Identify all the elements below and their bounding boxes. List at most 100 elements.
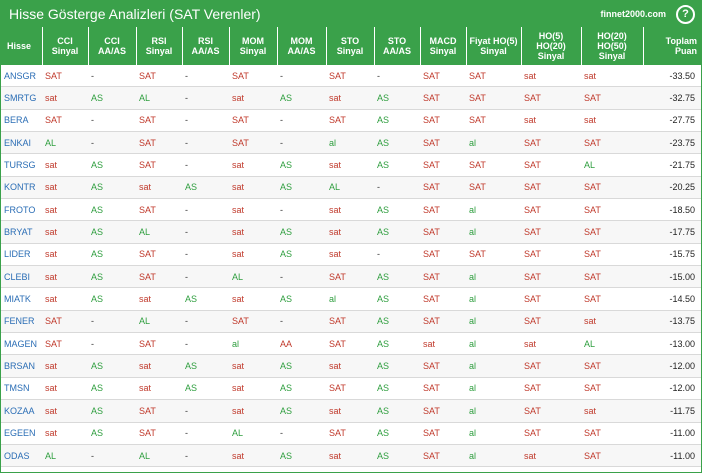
signal-cell: - [88,131,136,155]
signal-cell: AS [374,86,420,110]
stock-symbol-link[interactable]: KONTR [1,176,42,200]
table-row[interactable]: EGEEN sat AS SAT - AL - SAT AS SAT al SAT SAT -11.00 [1,422,701,445]
signal-cell: SAT [581,86,643,110]
stock-symbol-link[interactable]: ENKAI [1,131,42,155]
column-header[interactable]: MOM Sinyal [229,27,278,65]
table-row[interactable]: ENKAI AL - SAT - SAT - al AS SAT al SAT SAT -23.75 [1,131,701,155]
table-row[interactable]: BRSAN sat AS sat AS sat AS sat AS SAT al SAT SAT -12.… [1,354,701,378]
stock-symbol-link[interactable]: LIDER [1,243,42,267]
column-header[interactable]: Hisse [1,27,43,65]
table-row[interactable]: SMRTG sat AS AL - sat AS sat AS SAT SAT SAT SAT -32.7… [1,86,701,110]
table-row[interactable]: ANSGR SAT - SAT - SAT - SAT - SAT SAT sat sat -33.50 [1,65,701,88]
total-score: -27.75 [643,109,701,133]
column-header[interactable]: RSI AA/AS [182,27,230,65]
stock-symbol-link[interactable]: BERA [1,109,42,133]
table-row[interactable]: TMSN sat AS sat AS sat AS SAT AS SAT al SAT SAT -12.0… [1,377,701,401]
total-score: -15.00 [643,265,701,289]
signal-cell: SAT [466,65,521,88]
signal-cell: sat [326,354,374,378]
signal-cell: sat [136,354,182,378]
stock-symbol-link[interactable]: FROTO [1,198,42,222]
signal-cell: SAT [420,354,466,378]
table-row[interactable]: FROTO sat AS SAT - sat - sat AS SAT al SAT SAT -18.50 [1,198,701,222]
signal-cell: SAT [581,444,643,468]
stock-symbol-link[interactable]: EGEEN [1,422,42,445]
signal-cell: sat [229,86,277,110]
signal-cell: SAT [466,109,521,133]
column-header[interactable]: Toplam Puan [643,27,701,65]
table-row[interactable]: ODAS AL - AL - sat AS sat AS SAT al sat SAT -11.00 [1,444,701,468]
stock-symbol-link[interactable]: ANSGR [1,65,42,88]
panel-header: Hisse Gösterge Analizleri (SAT Verenler)… [1,1,701,27]
signal-cell: SAT [581,220,643,244]
column-header[interactable]: STO Sinyal [326,27,375,65]
stock-symbol-link[interactable]: TMSN [1,377,42,401]
signal-cell: - [374,243,420,267]
signal-cell: sat [229,399,277,423]
signal-cell: AS [182,377,229,401]
column-header[interactable]: HO(5) HO(20) Sinyal [521,27,582,65]
signal-cell: AS [374,287,420,311]
stock-symbol-link[interactable]: FENER [1,310,42,334]
column-header[interactable]: RSI Sinyal [136,27,183,65]
indicator-panel: Hisse Gösterge Analizleri (SAT Verenler)… [0,0,702,473]
column-header[interactable]: MACD Sinyal [420,27,467,65]
signal-cell: al [466,354,521,378]
stock-symbol-link[interactable]: CLEBI [1,265,42,289]
table-row[interactable]: TURSG sat AS SAT - sat AS sat AS SAT SAT SAT AL -21.7… [1,153,701,177]
signal-cell: SAT [136,65,182,88]
column-header[interactable]: Fiyat HO(5) Sinyal [466,27,522,65]
signal-cell: SAT [420,310,466,334]
signal-cell: SAT [466,243,521,267]
stock-symbol-link[interactable]: BRYAT [1,220,42,244]
signal-cell: AS [277,176,326,200]
signal-cell: AS [88,86,136,110]
signal-cell: al [466,399,521,423]
signal-cell: SAT [326,109,374,133]
signal-cell: - [182,220,229,244]
stock-symbol-link[interactable]: ODAS [1,444,42,468]
signal-cell: - [182,109,229,133]
column-header[interactable]: STO AA/AS [374,27,421,65]
signal-cell: AS [88,243,136,267]
signal-cell: SAT [581,198,643,222]
table-row[interactable]: BERA SAT - SAT - SAT - SAT AS SAT SAT sat sat -27.75 [1,109,701,133]
stock-symbol-link[interactable]: MIATK [1,287,42,311]
signal-cell: AS [277,287,326,311]
stock-symbol-link[interactable]: KOZAA [1,399,42,423]
table-row[interactable]: LIDER sat AS SAT - sat AS sat - SAT SAT SAT SAT -15.7… [1,243,701,267]
table-row[interactable]: KONTR sat AS sat AS sat AS AL - SAT SAT SAT SAT -20.2… [1,176,701,200]
stock-symbol-link[interactable]: BRSAN [1,354,42,378]
signal-cell: SAT [581,377,643,401]
table-row[interactable]: CLEBI sat AS SAT - AL - SAT AS SAT al SAT SAT -15.00 [1,265,701,289]
help-icon[interactable]: ? [676,4,695,24]
signal-cell: - [277,131,326,155]
signal-cell: SAT [581,287,643,311]
table-row[interactable]: BRYAT sat AS AL - sat AS sat AS SAT al SAT SAT -17.75 [1,220,701,244]
signal-cell: SAT [521,176,581,200]
total-score: -33.50 [643,65,701,88]
signal-cell: SAT [521,310,581,334]
signal-cell: - [277,310,326,334]
brand-logo[interactable]: finnet2000.com [600,9,666,19]
signal-cell: AS [277,243,326,267]
stock-symbol-link[interactable]: TURSG [1,153,42,177]
column-header[interactable]: MOM AA/AS [277,27,327,65]
signal-cell: SAT [136,131,182,155]
signal-cell: SAT [420,131,466,155]
column-header[interactable]: CCI AA/AS [88,27,137,65]
stock-symbol-link[interactable]: MAGEN [1,332,42,356]
signal-cell: al [229,332,277,356]
table-row[interactable]: KOZAA sat AS SAT - sat AS sat AS SAT al SAT sat -11.7… [1,399,701,423]
table-row[interactable]: MIATK sat AS sat AS sat AS al AS SAT al SAT SAT -14.5… [1,287,701,311]
table-row[interactable]: FENER SAT - AL - SAT - SAT AS SAT al SAT sat -13.75 [1,310,701,334]
signal-cell: SAT [42,109,88,133]
signal-cell: - [182,399,229,423]
signal-cell: AS [374,377,420,401]
signal-cell: SAT [229,310,277,334]
stock-symbol-link[interactable]: SMRTG [1,86,42,110]
signal-cell: sat [229,220,277,244]
table-row[interactable]: MAGEN SAT - SAT - al AA SAT AS sat al sat AL -13.00 [1,332,701,356]
column-header[interactable]: CCI Sinyal [42,27,89,65]
column-header[interactable]: HO(20) HO(50) Sinyal [581,27,644,65]
